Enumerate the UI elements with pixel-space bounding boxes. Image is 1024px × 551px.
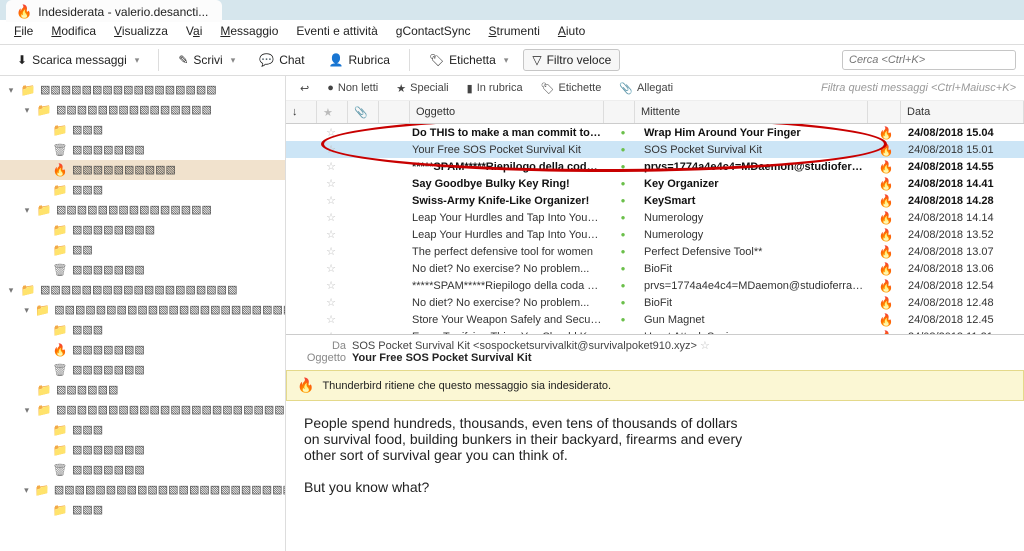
folder-item[interactable]: ▾📁▧▧▧▧▧▧▧▧▧▧▧▧▧▧▧▧▧ [0, 80, 285, 100]
menu-vai[interactable]: Vai [178, 22, 210, 44]
col-subject: Oggetto [410, 101, 604, 123]
write-button[interactable]: ✎ Scrivi▾ [169, 49, 244, 71]
folder-item[interactable]: 🔥▧▧▧▧▧▧▧▧▧▧ [0, 160, 285, 180]
folder-item[interactable]: 🔥▧▧▧▧▧▧▧ [0, 340, 285, 360]
folder-item[interactable]: 📁▧▧▧ [0, 180, 285, 200]
folder-item[interactable]: ▾📁▧▧▧▧▧▧▧▧▧▧▧▧▧▧▧▧▧▧▧ [0, 280, 285, 300]
quick-filter-bar: ↩ ● Non letti ★ Speciali ▮ In rubrica 🏷 … [286, 76, 1024, 101]
message-row[interactable]: ☆No diet? No exercise? No problem...●Bio… [286, 260, 1024, 277]
main-toolbar: ⬇ Scarica messaggi▾ ✎ Scrivi▾ 💬 Chat 👤 R… [0, 45, 1024, 76]
folder-item[interactable]: ▾📁▧▧▧▧▧▧▧▧▧▧▧▧▧▧▧ [0, 200, 285, 220]
filter-reply-icon[interactable]: ↩ [294, 80, 315, 97]
message-body: People spend hundreds, thousands, even t… [286, 401, 1024, 551]
thunderbird-icon: 🔥 [16, 4, 32, 20]
folder-item[interactable]: 📁▧▧▧ [0, 120, 285, 140]
message-row[interactable]: ☆*****SPAM*****Riepilogo della coda dei … [286, 277, 1024, 294]
folder-tree[interactable]: ▾📁▧▧▧▧▧▧▧▧▧▧▧▧▧▧▧▧▧▾📁▧▧▧▧▧▧▧▧▧▧▧▧▧▧▧📁▧▧▧… [0, 76, 286, 551]
folder-item[interactable]: ▾📁▧▧▧▧▧▧▧▧▧▧▧▧▧▧▧▧▧▧▧▧▧▧ [0, 400, 285, 420]
filter-starred[interactable]: ★ Speciali [390, 80, 454, 97]
global-search-input[interactable] [842, 50, 1016, 70]
message-row[interactable]: ☆No diet? No exercise? No problem...●Bio… [286, 294, 1024, 311]
window-titlebar: 🔥 Indesiderata - valerio.desancti... [0, 0, 1024, 20]
message-header: DaSOS Pocket Survival Kit <sospocketsurv… [286, 334, 1024, 370]
filter-search-placeholder[interactable]: Filtra questi messaggi <Ctrl+Maiusc+K> [685, 82, 1016, 94]
folder-item[interactable]: 📁▧▧▧▧▧▧▧▧ [0, 220, 285, 240]
column-headers[interactable]: ↓★📎 Oggetto Mittente Data [286, 101, 1024, 124]
message-row[interactable]: ☆Leap Your Hurdles and Tap Into Your Opp… [286, 226, 1024, 243]
junk-icon: 🔥 [297, 377, 314, 394]
filter-labels[interactable]: 🏷 Etichette [535, 80, 608, 97]
message-row[interactable]: ☆Store Your Weapon Safely and Securely A… [286, 311, 1024, 328]
star-icon[interactable]: ☆ [700, 340, 710, 352]
col-date: Data [901, 101, 1024, 123]
header-from: SOS Pocket Survival Kit <sospocketsurviv… [352, 340, 697, 352]
folder-item[interactable]: 📁▧▧▧▧▧▧▧ [0, 440, 285, 460]
menu-messaggio[interactable]: Messaggio [212, 22, 286, 44]
message-row[interactable]: ☆Say Goodbye Bulky Key Ring!●Key Organiz… [286, 175, 1024, 192]
folder-item[interactable]: 🗑▧▧▧▧▧▧▧ [0, 360, 285, 380]
folder-item[interactable]: 📁▧▧▧ [0, 420, 285, 440]
folder-item[interactable]: 🗑▧▧▧▧▧▧▧ [0, 460, 285, 480]
folder-item[interactable]: ▾📁▧▧▧▧▧▧▧▧▧▧▧▧▧▧▧▧▧▧▧▧▧▧▧▧ [0, 300, 285, 320]
folder-item[interactable]: 📁▧▧▧ [0, 500, 285, 520]
menu-modifica[interactable]: Modifica [43, 22, 104, 44]
message-row[interactable]: ☆Do THIS to make a man commit to you●Wra… [286, 124, 1024, 141]
message-list[interactable]: ☆Do THIS to make a man commit to you●Wra… [286, 124, 1024, 334]
junk-warning-text: Thunderbird ritiene che questo messaggio… [322, 380, 611, 392]
message-row[interactable]: ☆Your Free SOS Pocket Survival Kit●SOS P… [286, 141, 1024, 158]
filter-unread[interactable]: ● Non letti [321, 80, 384, 96]
folder-item[interactable]: 🗑▧▧▧▧▧▧▧ [0, 260, 285, 280]
menu-visualizza[interactable]: Visualizza [106, 22, 176, 44]
menu-aiuto[interactable]: Aiuto [550, 22, 593, 44]
message-row[interactable]: ☆The perfect defensive tool for women●Pe… [286, 243, 1024, 260]
junk-warning-bar: 🔥 Thunderbird ritiene che questo messagg… [286, 370, 1024, 401]
filter-attachments[interactable]: 📎 Allegati [613, 80, 679, 97]
addressbook-button[interactable]: 👤 Rubrica [320, 49, 399, 71]
menu-strumenti[interactable]: Strumenti [481, 22, 548, 44]
header-subject: Your Free SOS Pocket Survival Kit [352, 352, 532, 364]
window-tab[interactable]: 🔥 Indesiderata - valerio.desancti... [6, 0, 222, 22]
folder-item[interactable]: 📁▧▧▧ [0, 320, 285, 340]
menu-bar: FileModificaVisualizzaVaiMessaggioEventi… [0, 20, 1024, 45]
message-row[interactable]: ☆Leap Your Hurdles and Tap Into Your Opp… [286, 209, 1024, 226]
menu-eventi e attività[interactable]: Eventi e attività [288, 22, 385, 44]
label-button[interactable]: 🏷 Etichetta▾ [420, 49, 517, 71]
folder-item[interactable]: ▾📁▧▧▧▧▧▧▧▧▧▧▧▧▧▧▧ [0, 100, 285, 120]
col-sender: Mittente [635, 101, 868, 123]
menu-file[interactable]: File [6, 22, 41, 44]
folder-item[interactable]: 🗑▧▧▧▧▧▧▧ [0, 140, 285, 160]
folder-item[interactable]: 📁▧▧▧▧▧▧ [0, 380, 285, 400]
tab-title: Indesiderata - valerio.desancti... [38, 5, 208, 19]
message-row[interactable]: ☆Every Terrifying Thing You Should Know … [286, 328, 1024, 334]
message-pane: ↩ ● Non letti ★ Speciali ▮ In rubrica 🏷 … [286, 76, 1024, 551]
chat-button[interactable]: 💬 Chat [250, 49, 313, 71]
folder-item[interactable]: 📁▧▧ [0, 240, 285, 260]
message-row[interactable]: ☆*****SPAM*****Riepilogo della coda dei … [286, 158, 1024, 175]
download-messages-button[interactable]: ⬇ Scarica messaggi▾ [8, 49, 148, 71]
quick-filter-button[interactable]: ▽ Filtro veloce [523, 49, 620, 71]
folder-item[interactable]: ▾📁▧▧▧▧▧▧▧▧▧▧▧▧▧▧▧▧▧▧▧▧▧▧▧▧▧ [0, 480, 285, 500]
menu-gcontactsync[interactable]: gContactSync [388, 22, 479, 44]
message-row[interactable]: ☆Swiss-Army Knife-Like Organizer!●KeySma… [286, 192, 1024, 209]
filter-contacts[interactable]: ▮ In rubrica [461, 80, 529, 97]
